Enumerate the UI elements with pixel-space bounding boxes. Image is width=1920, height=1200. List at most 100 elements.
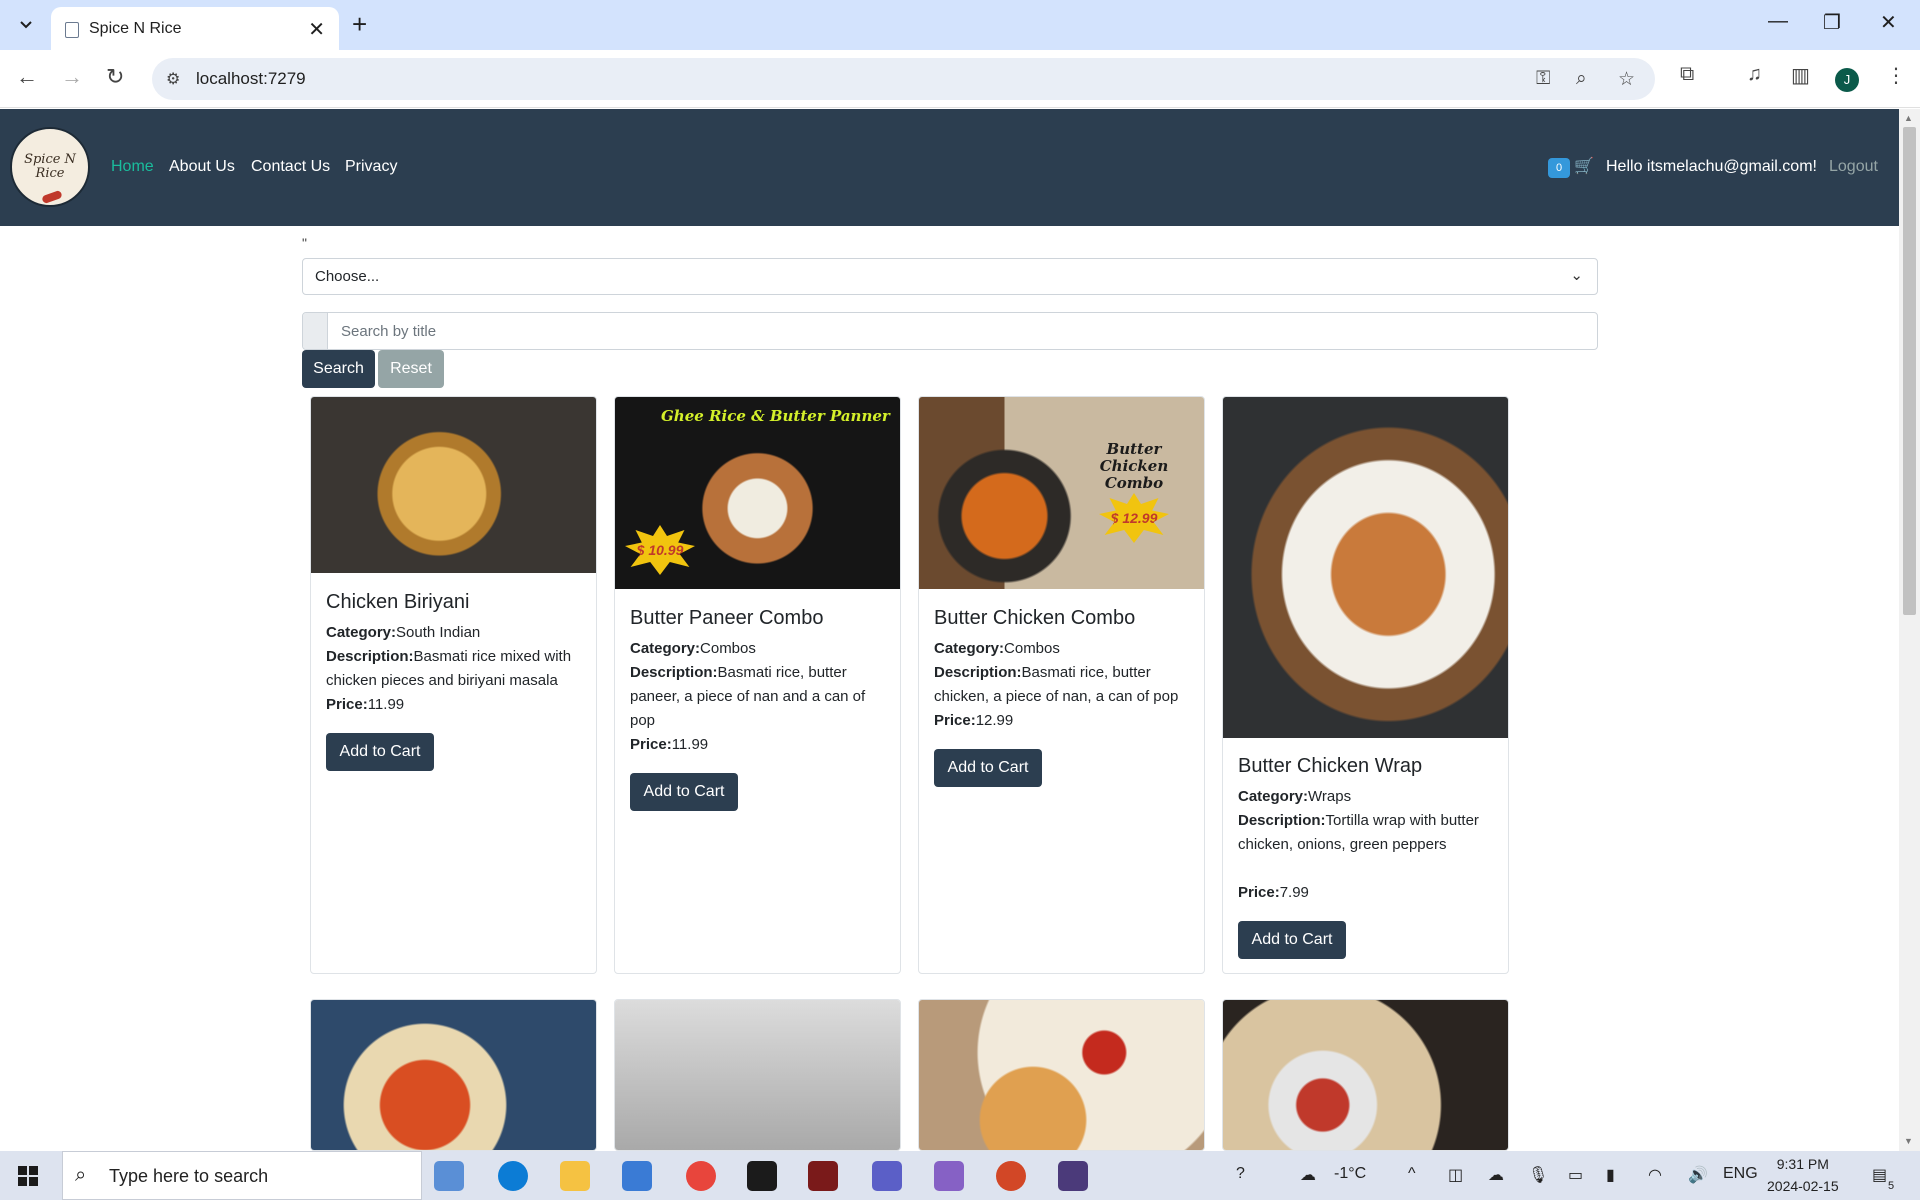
scroll-thumb[interactable] <box>1903 127 1916 615</box>
powerpoint-icon[interactable] <box>996 1161 1026 1191</box>
description-label: Description: <box>934 664 1022 681</box>
category-label: Category: <box>326 624 397 641</box>
product-card: Butter Chicken Wrap Category:Wraps Descr… <box>1222 396 1509 974</box>
visual-studio-icon[interactable] <box>934 1161 964 1191</box>
profile-avatar[interactable]: J <box>1835 68 1859 92</box>
bookmark-star-icon[interactable]: ☆ <box>1618 68 1635 91</box>
product-description: Description:Basmati rice, butter chicken… <box>934 661 1194 709</box>
add-to-cart-button[interactable]: Add to Cart <box>934 749 1042 787</box>
terminal-icon[interactable] <box>1058 1161 1088 1191</box>
logo-text: Spice N Rice <box>24 152 76 181</box>
page-scrollbar[interactable]: ▲ ▼ <box>1899 109 1920 1151</box>
add-to-cart-button[interactable]: Add to Cart <box>630 773 738 811</box>
language-indicator[interactable]: ENG <box>1723 1165 1758 1183</box>
product-category: Category:South Indian <box>326 621 586 645</box>
browser-tab-strip: Spice N Rice ✕ + — ❐ ✕ <box>0 0 1920 50</box>
search-input[interactable] <box>329 313 1597 349</box>
description-label: Description: <box>630 664 718 681</box>
promo-price-badge: $ 12.99 <box>1099 493 1169 543</box>
help-icon[interactable]: ? <box>1236 1165 1245 1183</box>
category-value: South Indian <box>396 624 481 641</box>
site-info-icon[interactable]: ⚙ <box>166 69 180 89</box>
chili-icon <box>41 189 63 205</box>
reset-button[interactable]: Reset <box>378 350 444 388</box>
close-window-icon[interactable]: ✕ <box>1880 10 1897 35</box>
more-menu-icon[interactable]: ⋮ <box>1886 63 1906 88</box>
reload-icon[interactable]: ↻ <box>106 64 124 90</box>
scroll-down-icon[interactable]: ▼ <box>1904 1136 1913 1146</box>
product-description: Description:Tortilla wrap with butter ch… <box>1238 809 1498 857</box>
logout-link[interactable]: Logout <box>1829 158 1878 176</box>
scroll-up-icon[interactable]: ▲ <box>1904 113 1913 123</box>
description-label: Description: <box>326 648 414 665</box>
description-label: Description: <box>1238 812 1326 829</box>
add-to-cart-button[interactable]: Add to Cart <box>1238 921 1346 959</box>
site-logo[interactable]: Spice N Rice <box>10 127 90 207</box>
zoom-icon[interactable]: ⌕ <box>1576 68 1587 90</box>
browser-tab[interactable]: Spice N Rice ✕ <box>51 7 339 50</box>
product-description: Description:Basmati rice mixed with chic… <box>326 645 586 693</box>
price-value: 11.99 <box>671 736 709 753</box>
battery-icon[interactable]: ▮ <box>1606 1165 1615 1185</box>
bridge-icon[interactable] <box>747 1161 777 1191</box>
project-icon[interactable] <box>808 1161 838 1191</box>
minimize-icon[interactable]: — <box>1768 10 1788 33</box>
volume-icon[interactable]: 🔊 <box>1688 1165 1708 1185</box>
meet-icon[interactable]: ◫ <box>1448 1165 1463 1185</box>
weather-cloud-icon[interactable]: ☁ <box>1300 1165 1316 1185</box>
tray-chevron-icon[interactable]: ^ <box>1408 1165 1416 1183</box>
display-icon[interactable]: ▭ <box>1568 1165 1583 1185</box>
task-view-icon[interactable] <box>434 1161 464 1191</box>
product-card: Ghee Rice & Butter Panner $ 10.99 Butter… <box>614 396 901 974</box>
product-name: Butter Paneer Combo <box>630 607 824 629</box>
cart-icon[interactable]: 🛒 <box>1574 156 1594 176</box>
forward-arrow-icon[interactable]: → <box>61 64 83 90</box>
file-explorer-icon[interactable] <box>560 1161 590 1191</box>
nav-link-contact-us[interactable]: Contact Us <box>251 158 330 176</box>
close-tab-icon[interactable]: ✕ <box>308 17 325 42</box>
category-select[interactable]: Choose... ⌄ <box>302 258 1598 295</box>
tab-search-button[interactable] <box>12 12 40 38</box>
cart-count-badge[interactable]: 0 <box>1548 158 1570 178</box>
back-arrow-icon[interactable]: ← <box>16 64 38 90</box>
add-to-cart-button[interactable]: Add to Cart <box>326 733 434 771</box>
search-addon <box>303 313 328 349</box>
product-card <box>1222 999 1509 1151</box>
search-button[interactable]: Search <box>302 350 375 388</box>
product-card: Butter Chicken Combo $ 12.99 Butter Chic… <box>918 396 1205 974</box>
edge-browser-icon[interactable] <box>498 1161 528 1191</box>
extensions-icon[interactable]: ⧉ <box>1680 63 1694 86</box>
user-greeting[interactable]: Hello itsmelachu@gmail.com! <box>1606 158 1817 176</box>
chrome-icon[interactable] <box>686 1161 716 1191</box>
password-key-icon[interactable]: ⚿ <box>1536 68 1550 90</box>
wifi-icon[interactable]: ◠ <box>1648 1165 1662 1185</box>
product-card <box>310 999 597 1151</box>
microphone-icon[interactable]: 🎙 <box>1528 1165 1548 1185</box>
media-control-icon[interactable]: ♫ <box>1747 63 1762 86</box>
product-name: Butter Chicken Combo <box>934 607 1136 629</box>
teams-icon[interactable] <box>872 1161 902 1191</box>
weather-temperature[interactable]: -1°C <box>1334 1165 1366 1183</box>
category-label: Category: <box>630 640 701 657</box>
browser-toolbar: ← → ↻ ⚙ localhost:7279 ⚿ ⌕ ☆ <box>0 50 1920 108</box>
restore-icon[interactable]: ❐ <box>1823 10 1841 35</box>
store-icon[interactable] <box>622 1161 652 1191</box>
clock-time: 9:31 PM <box>1776 1156 1829 1172</box>
price-label: Price: <box>934 712 976 729</box>
stray-quote-text: " <box>302 235 307 251</box>
notifications-icon[interactable]: ▤ <box>1872 1165 1887 1185</box>
nav-link-home[interactable]: Home <box>111 158 154 176</box>
nav-link-about-us[interactable]: About Us <box>169 158 235 176</box>
clock[interactable]: 9:31 PM 2024-02-15 <box>1767 1153 1839 1197</box>
windows-start-icon[interactable] <box>18 1166 38 1186</box>
price-value: 7.99 <box>1279 884 1309 901</box>
url-text[interactable]: localhost:7279 <box>196 69 306 89</box>
address-bar[interactable]: ⚙ localhost:7279 ⚿ ⌕ ☆ <box>152 58 1655 100</box>
taskbar-search-box[interactable]: ⌕ Type here to search <box>62 1151 422 1200</box>
onedrive-icon[interactable]: ☁ <box>1488 1165 1504 1185</box>
product-price: Price:11.99 <box>630 733 890 757</box>
side-panel-icon[interactable]: ▥ <box>1791 63 1810 88</box>
category-select-value: Choose... <box>315 268 380 285</box>
nav-link-privacy[interactable]: Privacy <box>345 158 397 176</box>
new-tab-icon[interactable]: + <box>352 10 367 38</box>
